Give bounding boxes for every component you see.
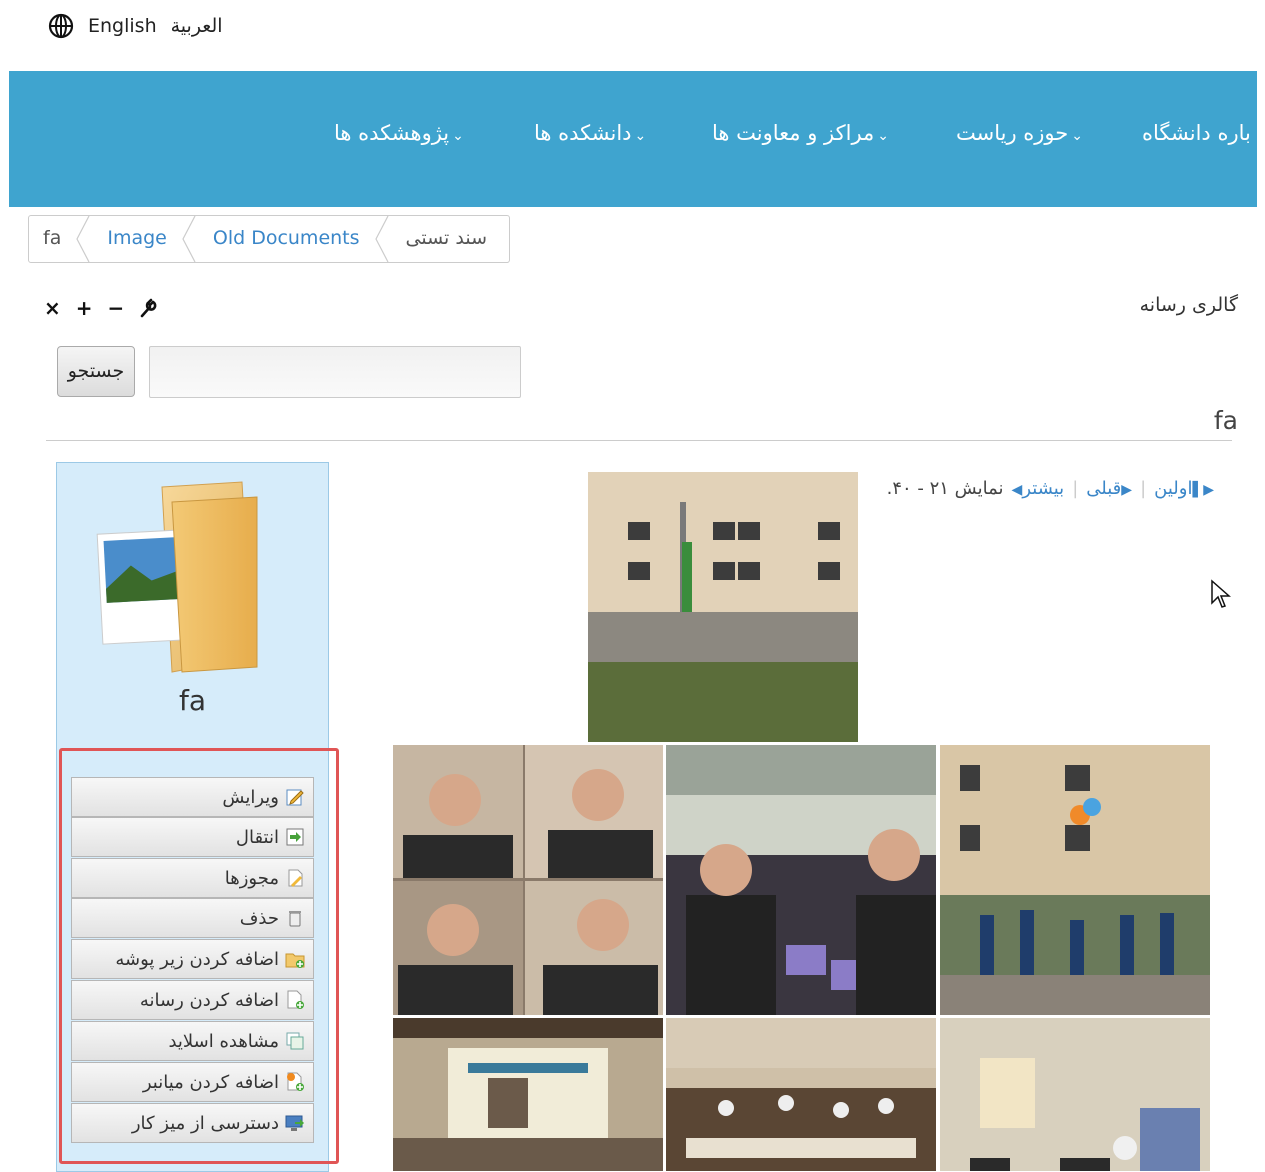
pager-prev[interactable]: ▶قبلی — [1086, 478, 1132, 499]
breadcrumb-item-fa[interactable]: fa — [29, 216, 75, 262]
media-thumbnail[interactable] — [940, 745, 1210, 1015]
main-nav: ⌄پژوهشکده ها ⌄دانشکده ها ⌄مراکز و معاونت… — [9, 71, 1257, 207]
move-icon — [286, 828, 304, 846]
media-thumbnail[interactable] — [393, 745, 663, 1015]
add-subfolder-icon — [285, 953, 305, 968]
english-link[interactable]: English — [88, 15, 157, 37]
action-add-subfolder[interactable]: اضافه کردن زیر پوشه — [71, 939, 314, 979]
action-delete[interactable]: حذف — [71, 898, 314, 938]
action-add-media[interactable]: اضافه کردن رسانه — [71, 980, 314, 1020]
nav-item-research[interactable]: ⌄پژوهشکده ها — [334, 121, 464, 145]
nav-item-faculties[interactable]: ⌄دانشکده ها — [534, 121, 646, 145]
breadcrumb-separator — [76, 216, 90, 262]
wrench-icon[interactable] — [139, 298, 157, 318]
portlet-tools: × + − — [44, 296, 157, 320]
add-media-icon — [287, 990, 304, 1009]
action-desktop-access[interactable]: دسترسی از میز کار — [71, 1103, 314, 1143]
nav-item-about[interactable]: باره دانشگاه — [1142, 121, 1251, 145]
breadcrumb-item-test-doc[interactable]: سند تستی — [392, 216, 501, 262]
prev-page-icon: ▶ — [1121, 482, 1133, 498]
media-thumbnail[interactable] — [588, 472, 858, 742]
pager-divider: | — [1072, 478, 1079, 499]
slideshow-icon — [286, 1032, 304, 1050]
action-slideshow[interactable]: مشاهده اسلاید — [71, 1021, 314, 1061]
media-thumbnail[interactable] — [666, 745, 936, 1015]
media-thumbnail[interactable] — [666, 1018, 936, 1171]
folder-label[interactable]: fa — [56, 684, 329, 717]
pager-divider: | — [1140, 478, 1147, 499]
divider — [46, 440, 1232, 441]
chevron-down-icon: ⌄ — [634, 128, 647, 144]
breadcrumb-item-old-documents[interactable]: Old Documents — [199, 216, 374, 262]
action-edit[interactable]: ویرایش — [71, 777, 314, 817]
portlet-title: گالری رسانه — [1139, 294, 1238, 316]
pager-next[interactable]: بیشتر◀ — [1012, 478, 1065, 499]
chevron-down-icon: ⌄ — [1071, 128, 1083, 144]
search-input[interactable] — [149, 346, 521, 398]
breadcrumb-separator — [374, 216, 389, 262]
action-move[interactable]: انتقال — [71, 817, 314, 857]
minimize-icon[interactable]: − — [108, 296, 125, 320]
pager: ▶▌اولین | ▶قبلی | بیشتر◀ نمایش ۲۱ - ۴۰. — [887, 478, 1214, 499]
trash-icon — [289, 911, 301, 927]
folder-heading: fa — [1213, 406, 1238, 435]
pager-first[interactable]: ▶▌اولین — [1154, 478, 1214, 499]
action-permissions[interactable]: مجوزها — [71, 858, 314, 898]
arabic-link[interactable]: العربية — [171, 15, 223, 37]
permissions-icon — [288, 869, 303, 887]
close-icon[interactable]: × — [44, 296, 61, 320]
maximize-icon[interactable]: + — [76, 296, 93, 320]
action-add-shortcut[interactable]: اضافه کردن میانبر — [71, 1062, 314, 1102]
mouse-cursor-icon — [1211, 579, 1231, 608]
breadcrumb-item-image[interactable]: Image — [93, 216, 181, 262]
breadcrumb: fa Image Old Documents سند تستی — [28, 215, 510, 263]
desktop-access-icon — [285, 1115, 304, 1131]
add-shortcut-icon — [287, 1072, 304, 1091]
media-thumbnail[interactable] — [940, 1018, 1210, 1171]
chevron-down-icon: ⌄ — [877, 128, 890, 144]
folder-images-icon[interactable] — [92, 477, 262, 673]
media-thumbnail[interactable] — [393, 1018, 663, 1171]
pager-info: نمایش ۲۱ - ۴۰. — [886, 478, 1004, 499]
next-page-icon: ◀ — [1011, 482, 1023, 498]
chevron-down-icon: ⌄ — [452, 128, 464, 144]
nav-item-presidency[interactable]: ⌄حوزه ریاست — [956, 121, 1083, 145]
nav-item-centers[interactable]: ⌄مراکز و معاونت ها — [712, 121, 889, 145]
search-button[interactable]: جستجو — [57, 346, 135, 397]
breadcrumb-separator — [182, 216, 196, 262]
globe-icon — [48, 13, 74, 39]
edit-icon — [286, 789, 304, 806]
first-page-icon: ▶▌ — [1192, 482, 1214, 498]
language-bar: English العربية — [48, 12, 223, 40]
